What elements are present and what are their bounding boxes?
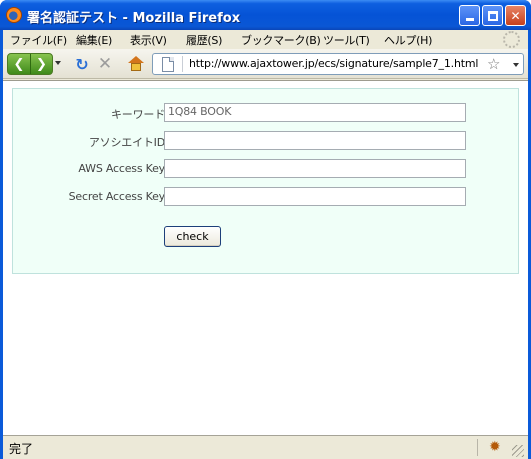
access-key-label: AWS Access Key: [78, 162, 165, 175]
menu-bar: ファイル(F) 編集(E) 表示(V) 履歴(S) ブックマーク(B) ツール(…: [3, 30, 528, 49]
access-key-row: AWS Access Key: [13, 159, 518, 179]
url-text[interactable]: http://www.ajaxtower.jp/ecs/signature/sa…: [189, 57, 478, 70]
keyword-label: キーワード: [111, 108, 165, 121]
page-icon: [162, 57, 174, 72]
firefox-icon: [6, 7, 22, 23]
secret-key-label: Secret Access Key: [68, 190, 166, 203]
menu-help[interactable]: ヘルプ(H): [384, 32, 432, 48]
menu-tools[interactable]: ツール(T): [323, 32, 370, 48]
associate-id-input[interactable]: [164, 131, 466, 150]
stop-icon[interactable]: ✕: [96, 54, 114, 74]
associate-id-label: アソシエイトID: [88, 136, 165, 149]
navigation-toolbar: ❮ ❯ ↻ ✕ http://www.ajaxtower.jp/ecs/sign…: [3, 49, 528, 79]
maximize-icon: [487, 10, 498, 21]
title-bar: 署名認証テスト - Mozilla Firefox ✕: [0, 0, 531, 30]
history-dropdown-icon[interactable]: [55, 61, 61, 65]
associate-row: アソシエイトID: [13, 131, 518, 151]
home-icon[interactable]: [127, 55, 145, 73]
maximize-button[interactable]: [482, 5, 503, 26]
throbber-icon: [503, 31, 520, 48]
browser-frame: ファイル(F) 編集(E) 表示(V) 履歴(S) ブックマーク(B) ツール(…: [3, 30, 528, 459]
status-text: 完了: [9, 442, 34, 456]
url-dropdown-icon[interactable]: [513, 63, 519, 67]
url-bar[interactable]: http://www.ajaxtower.jp/ecs/signature/sa…: [152, 53, 524, 75]
firebug-icon[interactable]: ✹: [489, 439, 501, 455]
status-bar: 完了 ✹: [3, 435, 528, 459]
forward-button[interactable]: ❯: [29, 54, 52, 74]
signature-form: キーワード 1Q84 BOOK アソシエイトID AWS Access Key …: [12, 88, 519, 274]
secret-key-input[interactable]: [164, 187, 466, 206]
menu-view[interactable]: 表示(V): [130, 32, 167, 48]
back-icon: ❮: [13, 56, 25, 72]
menu-edit[interactable]: 編集(E): [76, 32, 112, 48]
status-divider: [477, 439, 478, 456]
close-icon: ✕: [510, 8, 521, 23]
window-title: 署名認証テスト - Mozilla Firefox: [27, 11, 241, 26]
minimize-icon: [465, 18, 474, 21]
back-forward-group: ❮ ❯: [7, 53, 53, 75]
keyword-row: キーワード 1Q84 BOOK: [13, 103, 518, 123]
url-divider: [182, 56, 183, 72]
page-content: キーワード 1Q84 BOOK アソシエイトID AWS Access Key …: [3, 80, 528, 435]
menu-file[interactable]: ファイル(F): [10, 32, 67, 48]
menu-history[interactable]: 履歴(S): [186, 32, 222, 48]
close-button[interactable]: ✕: [505, 5, 526, 26]
access-key-input[interactable]: [164, 159, 466, 178]
resize-grip-icon[interactable]: [512, 445, 524, 457]
secret-key-row: Secret Access Key: [13, 187, 518, 207]
minimize-button[interactable]: [459, 5, 480, 26]
keyword-input[interactable]: 1Q84 BOOK: [164, 103, 466, 122]
browser-window: 署名認証テスト - Mozilla Firefox ✕ ファイル(F) 編集(E…: [0, 0, 531, 459]
forward-icon: ❯: [36, 56, 47, 72]
bookmark-star-icon[interactable]: ☆: [487, 55, 500, 73]
reload-icon[interactable]: ↻: [73, 55, 91, 74]
check-button[interactable]: check: [164, 226, 221, 247]
back-button[interactable]: ❮: [8, 54, 30, 74]
menu-bookmarks[interactable]: ブックマーク(B): [241, 32, 321, 48]
